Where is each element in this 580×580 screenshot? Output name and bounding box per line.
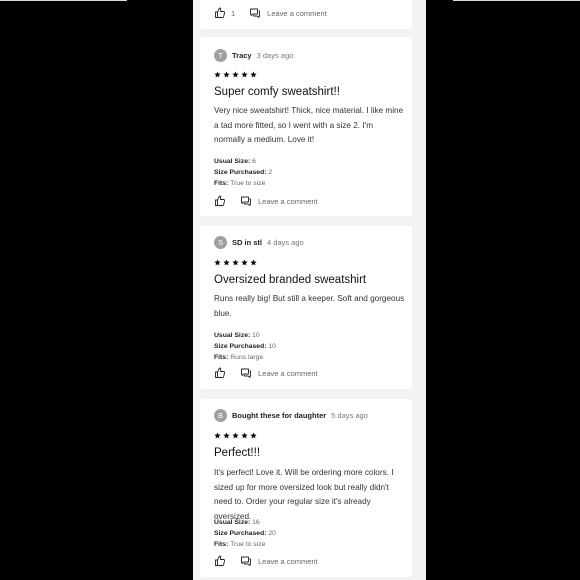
- star-icon: [223, 259, 230, 266]
- review-date: 4 days ago: [267, 237, 304, 247]
- fit: Fits: True to size: [214, 180, 266, 187]
- fit: Fits: Runs large: [214, 354, 264, 361]
- review-size-info: Usual Size: 6 Size Purchased: 2 Fits: Tr…: [214, 156, 272, 189]
- review-date: 5 days ago: [331, 410, 368, 420]
- review-size-info: Usual Size: 16 Size Purchased: 20 Fits: …: [214, 517, 276, 550]
- review-card-previous: 1 Leave a comment: [200, 0, 412, 29]
- thumbs-up-icon[interactable]: [214, 195, 226, 207]
- reviews-column: 1 Leave a comment T Tracy 3 days ago Sup…: [193, 0, 426, 580]
- star-icon: [250, 259, 257, 266]
- star-icon: [232, 71, 239, 78]
- review-actions: Leave a comment: [214, 194, 318, 208]
- top-divider-left: [0, 0, 127, 1]
- star-icon: [250, 432, 257, 439]
- star-icon: [223, 432, 230, 439]
- thumbs-up-icon[interactable]: [214, 367, 226, 379]
- avatar: T: [214, 48, 227, 62]
- star-icon: [232, 259, 239, 266]
- review-body: Very nice sweatshirt! Thick, nice materi…: [214, 106, 404, 144]
- top-divider-right: [453, 0, 580, 1]
- review-header: B Bought these for daughter 5 days ago: [214, 408, 368, 422]
- star-rating: [214, 71, 257, 78]
- thumbs-up-icon[interactable]: [214, 555, 226, 567]
- comment-bubble-icon[interactable]: [240, 555, 252, 567]
- star-icon: [241, 71, 248, 78]
- review-author: Bought these for daughter: [232, 410, 327, 420]
- star-icon: [250, 71, 257, 78]
- usual-size: Usual Size: 6: [214, 158, 256, 165]
- size-purchased: Size Purchased: 10: [214, 343, 276, 350]
- review-author: Tracy: [232, 50, 252, 60]
- star-icon: [241, 432, 248, 439]
- usual-size: Usual Size: 16: [214, 519, 260, 526]
- thumbs-up-icon[interactable]: [214, 7, 226, 19]
- leave-comment-link[interactable]: Leave a comment: [258, 197, 318, 206]
- review-header: T Tracy 3 days ago: [214, 48, 293, 62]
- review-actions: Leave a comment: [214, 366, 318, 380]
- review-size-info: Usual Size: 10 Size Purchased: 10 Fits: …: [214, 330, 276, 363]
- review-card: T Tracy 3 days ago Super comfy sweatshir…: [200, 37, 412, 216]
- usual-size: Usual Size: 10: [214, 332, 260, 339]
- comment-bubble-icon[interactable]: [240, 367, 252, 379]
- review-title: Super comfy sweatshirt!!: [214, 86, 340, 98]
- review-card: B Bought these for daughter 5 days ago P…: [200, 399, 412, 577]
- size-purchased: Size Purchased: 2: [214, 169, 273, 176]
- review-title: Perfect!!!: [214, 447, 261, 459]
- comment-bubble-icon[interactable]: [249, 7, 261, 19]
- star-icon: [214, 432, 221, 439]
- star-icon: [232, 432, 239, 439]
- star-icon: [214, 71, 221, 78]
- star-rating: [214, 432, 257, 439]
- size-purchased: Size Purchased: 20: [214, 530, 276, 537]
- review-card: S SD in stl 4 days ago Oversized branded…: [200, 226, 412, 389]
- avatar: S: [214, 235, 227, 249]
- review-title: Oversized branded sweatshirt: [214, 274, 367, 286]
- review-actions: Leave a comment: [214, 554, 318, 568]
- comment-bubble-icon[interactable]: [240, 195, 252, 207]
- review-body: It's perfect! Love it. Will be ordering …: [214, 468, 394, 521]
- review-body: Runs really big! But still a keeper. Sof…: [214, 294, 405, 318]
- star-icon: [241, 259, 248, 266]
- review-header: S SD in stl 4 days ago: [214, 235, 304, 249]
- star-icon: [214, 259, 221, 266]
- like-count: 1: [231, 8, 236, 18]
- star-rating: [214, 259, 257, 266]
- leave-comment-link[interactable]: Leave a comment: [258, 369, 318, 378]
- review-date: 3 days ago: [256, 50, 294, 60]
- leave-comment-link[interactable]: Leave a comment: [267, 9, 327, 18]
- fit: Fits: True to size: [214, 541, 266, 548]
- review-author: SD in stl: [232, 237, 263, 247]
- review-actions: 1 Leave a comment: [214, 6, 327, 20]
- star-icon: [223, 71, 230, 78]
- leave-comment-link[interactable]: Leave a comment: [258, 557, 318, 566]
- avatar: B: [214, 408, 227, 422]
